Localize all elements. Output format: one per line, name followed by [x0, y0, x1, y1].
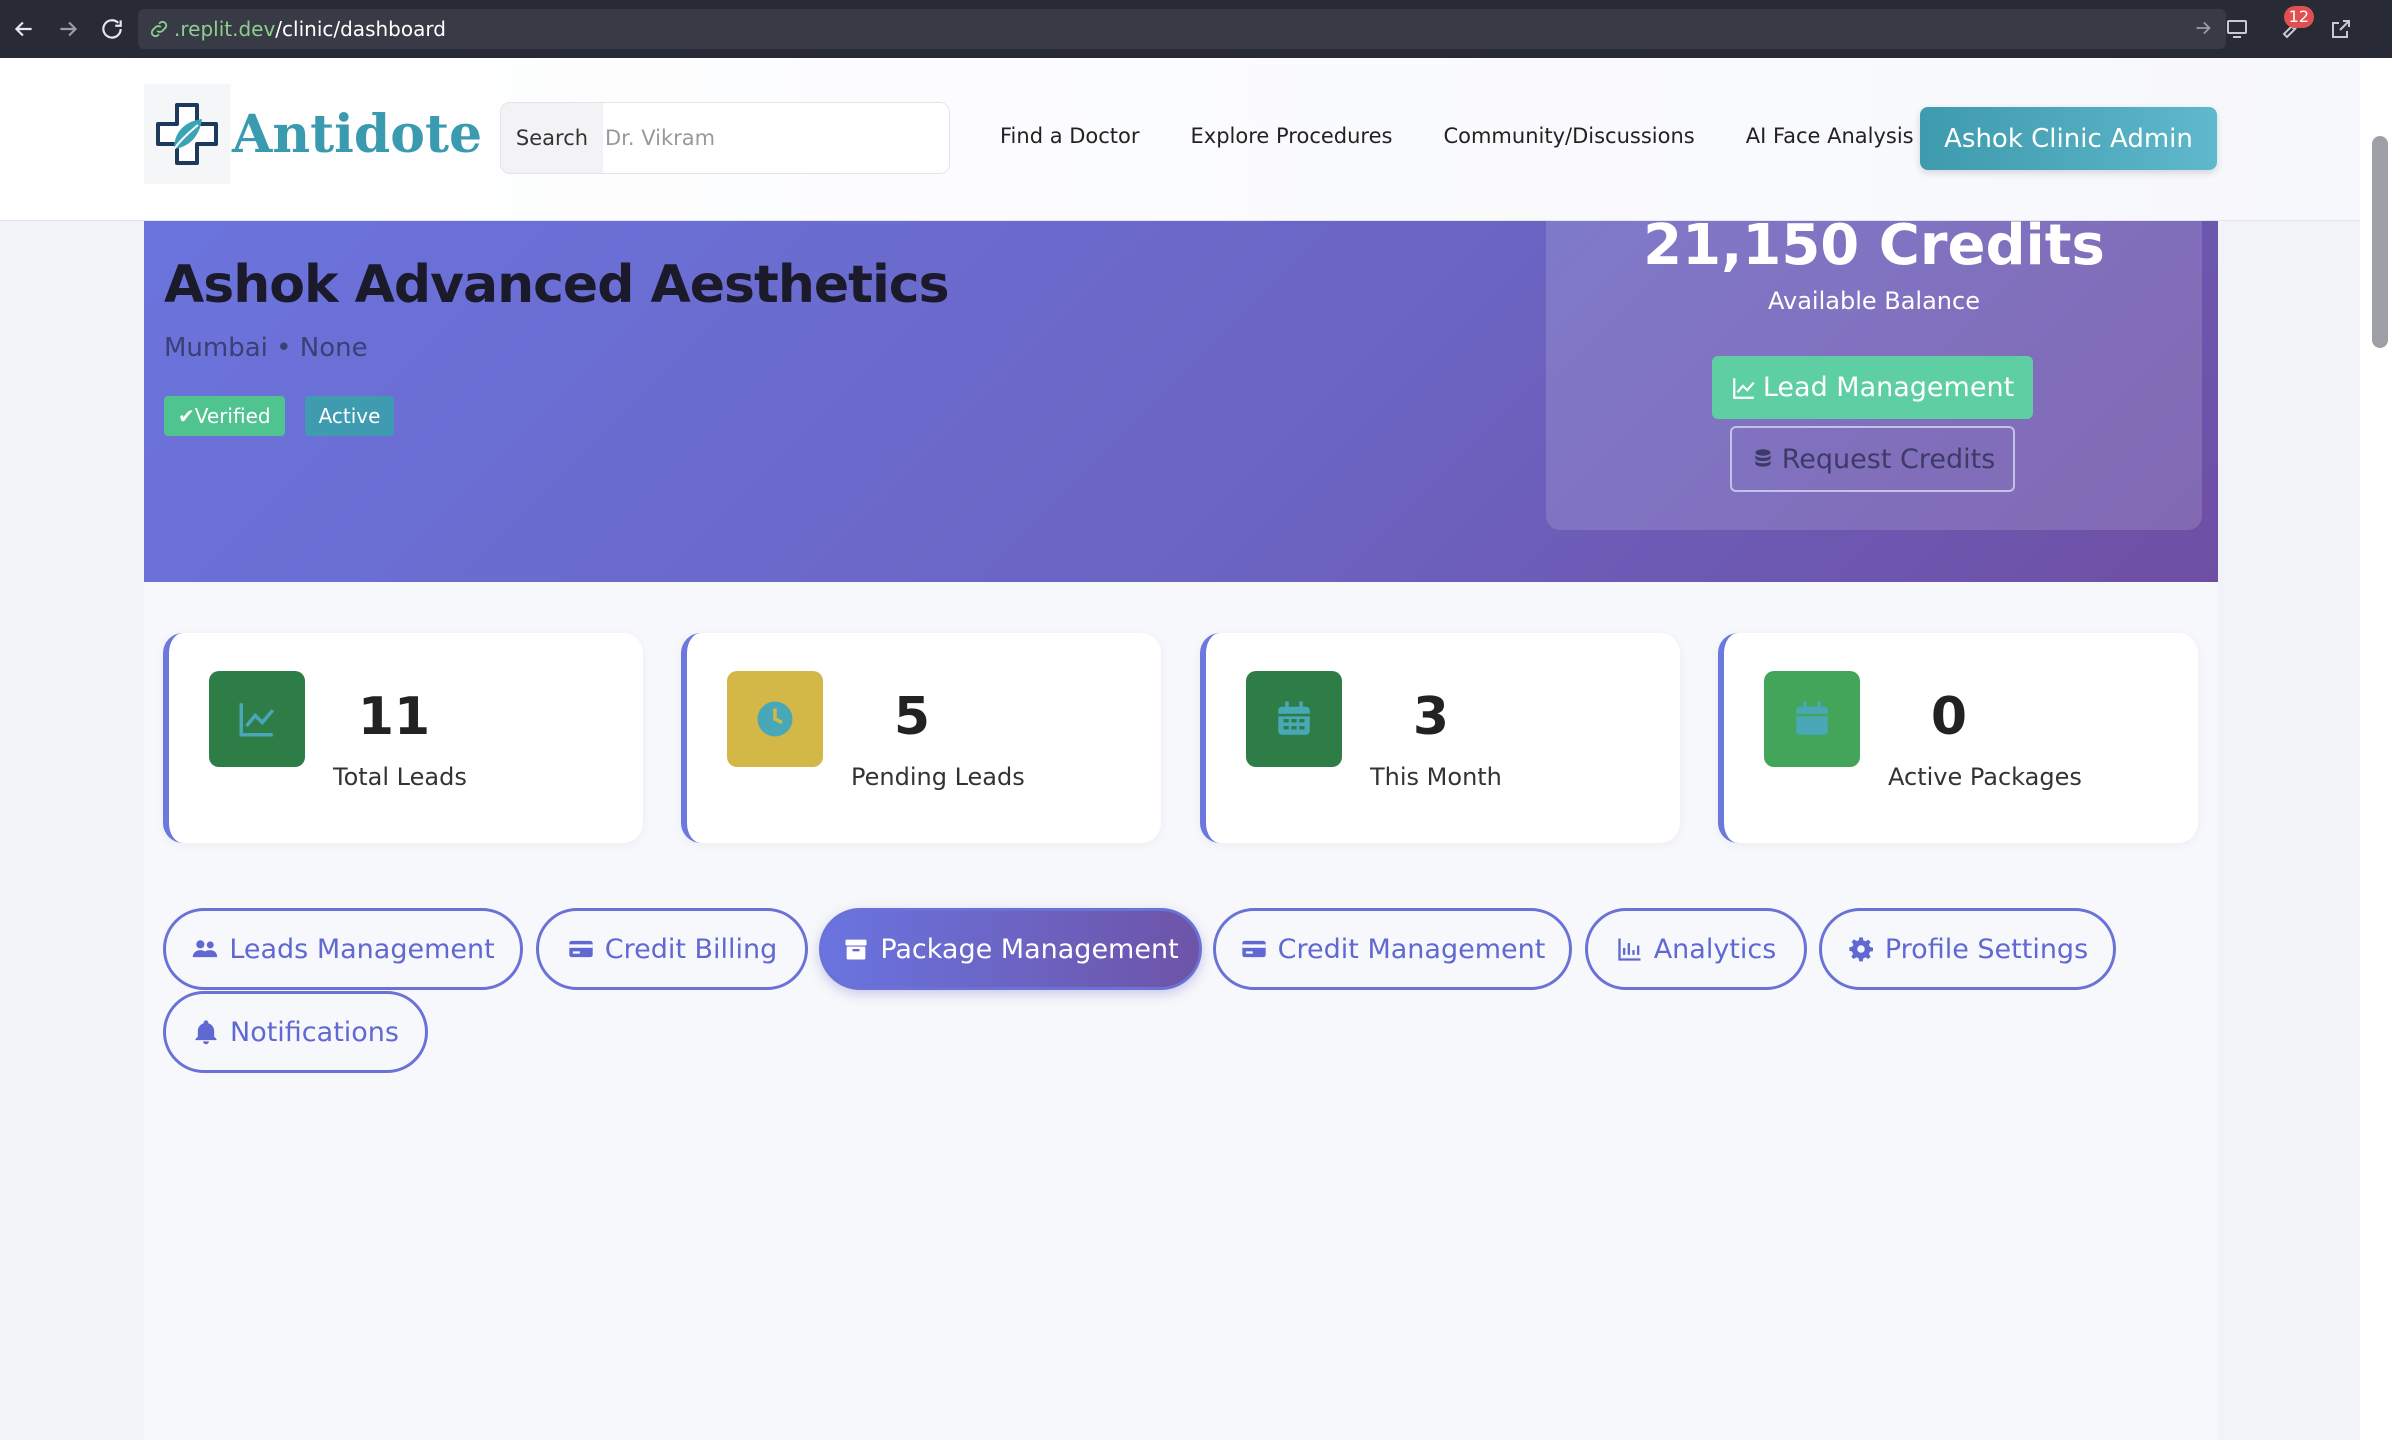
- url-domain: .replit.dev: [174, 17, 276, 41]
- tab-profile-settings[interactable]: Profile Settings: [1819, 908, 2116, 990]
- monitor-icon: [2227, 20, 2247, 38]
- stat-card-total-leads: 11 Total Leads: [163, 633, 643, 843]
- tab-label: Profile Settings: [1884, 933, 2089, 965]
- tab-label: Analytics: [1653, 933, 1777, 965]
- tab-credit-billing[interactable]: Credit Billing: [536, 908, 808, 990]
- search-label: Search: [515, 126, 589, 150]
- stat-icon-box: [1764, 671, 1860, 767]
- brand-name: Antidote: [232, 103, 483, 165]
- stat-value: 3: [1412, 687, 1450, 747]
- notification-count-badge: 12: [2283, 6, 2314, 28]
- gear-icon: [1849, 937, 1873, 962]
- open-external-button[interactable]: [2320, 8, 2362, 50]
- calendar-icon: [1796, 701, 1828, 735]
- tab-analytics[interactable]: Analytics: [1585, 908, 1807, 990]
- stat-card-pending-leads: 5 Pending Leads: [681, 633, 1161, 843]
- stat-label: Pending Leads: [851, 763, 1025, 791]
- stat-card-this-month: 3 This Month: [1200, 633, 1680, 843]
- link-icon: [150, 20, 168, 38]
- lead-management-label: Lead Management: [1762, 372, 2015, 403]
- search-box: Search: [500, 102, 950, 174]
- scrollbar-thumb[interactable]: [2372, 136, 2388, 348]
- url-path: /clinic/dashboard: [275, 17, 446, 41]
- stat-icon-box: [209, 671, 305, 767]
- bell-icon: [195, 1020, 217, 1045]
- credit-balance-card: 21,150 Credits Available Balance Lead Ma…: [1546, 213, 2202, 530]
- tab-label: Notifications: [230, 1016, 399, 1048]
- page-scrollbar[interactable]: [2360, 58, 2392, 1440]
- search-input[interactable]: [603, 103, 949, 173]
- forward-button[interactable]: [46, 7, 90, 51]
- stat-icon-box: [1246, 671, 1342, 767]
- devices-button[interactable]: [2216, 8, 2258, 50]
- clinic-location: Mumbai • None: [164, 333, 368, 363]
- clock-icon: [757, 701, 793, 737]
- credit-card-icon: [569, 940, 593, 958]
- coins-icon: [1755, 449, 1771, 467]
- tab-label: Leads Management: [229, 933, 495, 965]
- tab-notifications[interactable]: Notifications: [163, 991, 428, 1073]
- request-credits-button[interactable]: Request Credits: [1730, 426, 2015, 492]
- box-icon: [845, 939, 867, 960]
- tab-label: Credit Billing: [604, 933, 778, 965]
- site-header: Antidote Search Find a Doctor Explore Pr…: [0, 58, 2360, 221]
- tools-button[interactable]: 12: [2268, 6, 2314, 50]
- browser-toolbar: .replit.dev/clinic/dashboard 12: [0, 0, 2392, 58]
- clinic-hero: Ashok Advanced Aesthetics Mumbai • None …: [144, 213, 2218, 582]
- tab-credit-management[interactable]: Credit Management: [1213, 908, 1572, 990]
- arrow-right-icon[interactable]: [2192, 17, 2214, 39]
- credit-card-icon: [1242, 940, 1266, 958]
- request-credits-label: Request Credits: [1781, 443, 1996, 475]
- nav-explore-procedures[interactable]: Explore Procedures: [1191, 124, 1393, 148]
- credit-caption: Available Balance: [1768, 287, 1980, 315]
- stat-label: Total Leads: [333, 763, 467, 791]
- back-button[interactable]: [2, 7, 46, 51]
- brand-logo[interactable]: Antidote: [144, 84, 482, 184]
- arrow-left-icon: [14, 21, 32, 37]
- stat-card-active-packages: 0 Active Packages: [1718, 633, 2198, 843]
- stat-value: 11: [357, 687, 431, 747]
- verified-badge: ✔Verified: [164, 396, 285, 436]
- arrow-right-icon: [60, 21, 78, 37]
- stat-value: 0: [1930, 687, 1968, 747]
- chart-line-icon: [1733, 377, 1755, 399]
- clinic-name: Ashok Advanced Aesthetics: [164, 255, 950, 315]
- main-nav: Find a Doctor Explore Procedures Communi…: [1000, 124, 1914, 148]
- nav-community[interactable]: Community/Discussions: [1443, 124, 1694, 148]
- status-badge: Active: [304, 396, 395, 436]
- external-link-icon: [2332, 20, 2350, 38]
- stat-icon-box: [727, 671, 823, 767]
- tab-leads-management[interactable]: Leads Management: [163, 908, 523, 990]
- reload-icon: [102, 19, 122, 39]
- stat-label: This Month: [1370, 763, 1502, 791]
- stat-label: Active Packages: [1888, 763, 2082, 791]
- admin-account-button[interactable]: Ashok Clinic Admin: [1920, 107, 2217, 170]
- reload-button[interactable]: [90, 7, 134, 51]
- nav-find-doctor[interactable]: Find a Doctor: [1000, 124, 1140, 148]
- chart-line-icon: [239, 703, 275, 737]
- users-icon: [193, 940, 218, 958]
- tab-package-management[interactable]: Package Management: [819, 908, 1202, 990]
- stat-value: 5: [893, 687, 931, 747]
- calendar-icon: [1278, 701, 1310, 735]
- nav-ai-face-analysis[interactable]: AI Face Analysis: [1746, 124, 1914, 148]
- tab-label: Package Management: [880, 933, 1179, 965]
- bar-chart-icon: [1618, 938, 1641, 961]
- credit-amount: 21,150 Credits: [1643, 213, 2105, 278]
- address-bar[interactable]: .replit.dev/clinic/dashboard: [138, 9, 2226, 49]
- lead-management-button[interactable]: Lead Management: [1712, 356, 2033, 419]
- cross-leaf-icon: [144, 84, 230, 184]
- tab-label: Credit Management: [1277, 933, 1546, 965]
